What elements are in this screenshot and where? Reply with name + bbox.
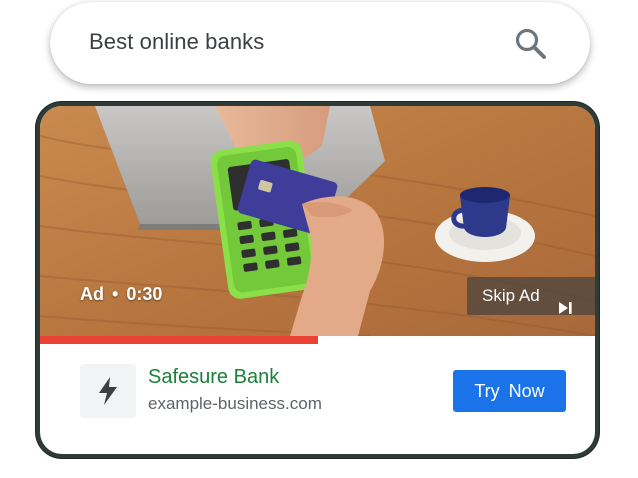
advertiser-name[interactable]: Safesure Bank xyxy=(148,366,279,389)
ad-label: Ad xyxy=(80,284,104,304)
advertiser-url[interactable]: example-business.com xyxy=(148,394,322,414)
try-now-button[interactable]: Try Now xyxy=(453,370,566,412)
search-query[interactable]: Best online banks xyxy=(89,29,264,55)
skip-ad-button[interactable]: Skip Ad xyxy=(467,277,595,315)
ad-progress-bar[interactable] xyxy=(40,336,595,344)
skip-next-icon xyxy=(559,290,572,314)
ad-progress-fill xyxy=(40,336,318,344)
search-bar[interactable]: Best online banks xyxy=(50,2,590,84)
separator-dot: • xyxy=(112,284,119,304)
ad-video-player[interactable]: Ad • 0:30 Skip Ad xyxy=(40,106,595,336)
ad-footer: Safesure Bank example-business.com Try N… xyxy=(40,344,595,454)
ad-timer: Ad • 0:30 xyxy=(80,284,162,305)
ad-duration: 0:30 xyxy=(126,284,163,304)
page: Best online banks Ad • 0:30 Skip Ad Safe… xyxy=(0,0,638,478)
skip-ad-label: Skip Ad xyxy=(482,286,540,305)
lightning-bolt-icon xyxy=(99,377,117,405)
advertiser-logo[interactable] xyxy=(80,364,136,418)
video-ad-card: Ad • 0:30 Skip Ad Safesure Bank example-… xyxy=(40,106,595,454)
search-icon[interactable] xyxy=(513,26,549,62)
